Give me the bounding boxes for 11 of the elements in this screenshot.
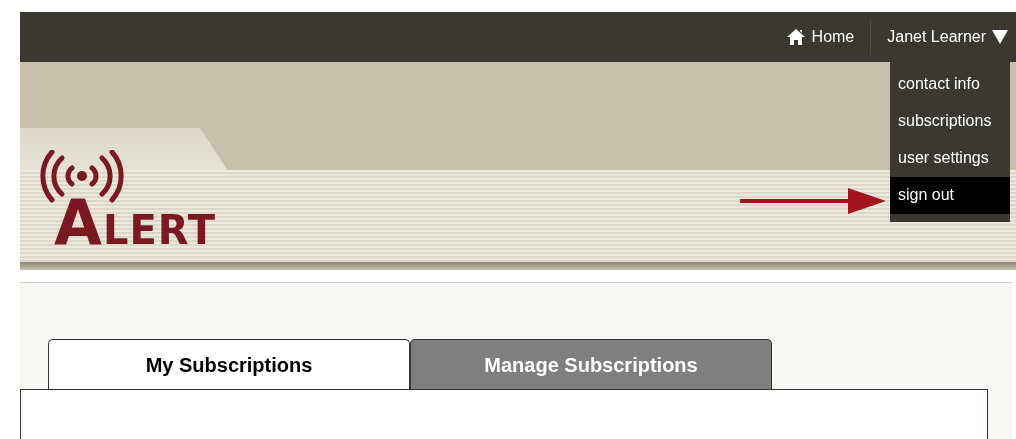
home-icon (785, 28, 806, 46)
menu-item[interactable]: contact info (890, 66, 1010, 103)
user-menu-toggle[interactable]: Janet Learner (879, 28, 1016, 46)
tab[interactable]: My Subscriptions (48, 339, 410, 390)
menu-item[interactable]: user settings (890, 140, 1010, 177)
caret-icon (992, 30, 1008, 44)
home-link[interactable]: Home (777, 28, 863, 46)
tab[interactable]: Manage Subscriptions (410, 339, 772, 390)
logo-text: ALERT (54, 186, 217, 259)
menu-item[interactable]: sign out (890, 177, 1010, 214)
menu-item[interactable]: subscriptions (890, 103, 1010, 140)
